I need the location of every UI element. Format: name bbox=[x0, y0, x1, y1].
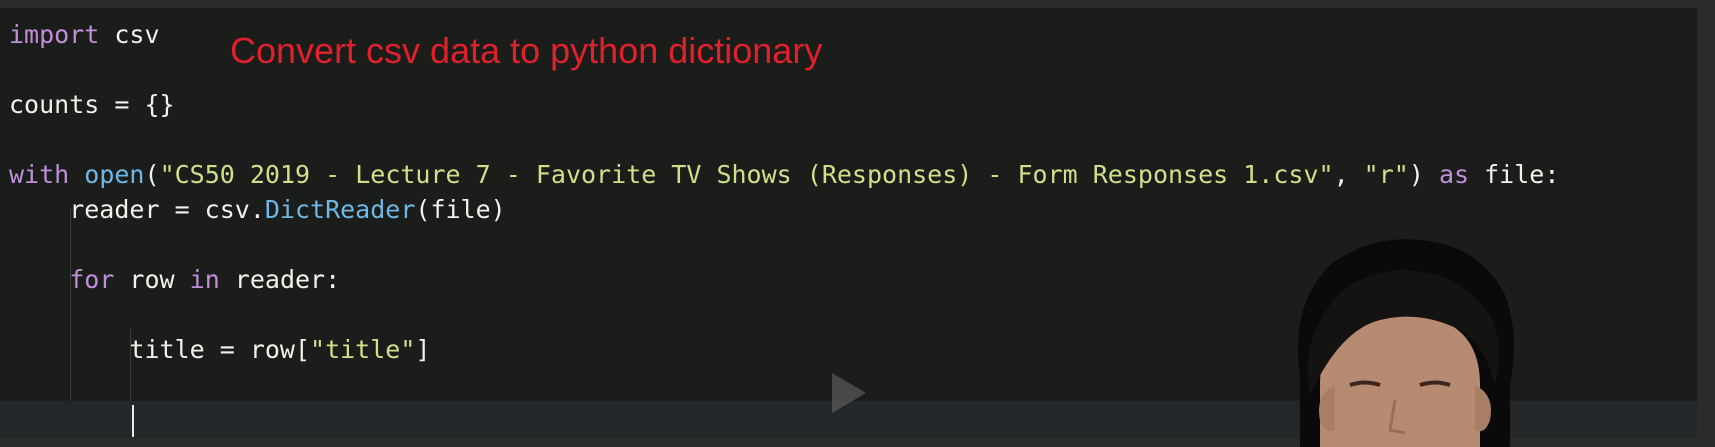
code-text: ) bbox=[1408, 160, 1424, 189]
keyword: with bbox=[9, 160, 70, 189]
string-literal: "CS50 2019 - Lecture 7 - Favorite TV Sho… bbox=[159, 160, 1334, 189]
scrollbar[interactable] bbox=[1697, 8, 1715, 438]
code-text: csv bbox=[99, 20, 160, 49]
string-literal: "title" bbox=[310, 335, 416, 364]
keyword: in bbox=[189, 265, 220, 294]
video-annotation: Convert csv data to python dictionary bbox=[230, 30, 823, 71]
play-icon[interactable] bbox=[832, 373, 866, 413]
presenter-video bbox=[1298, 239, 1514, 447]
video-frame: import csv counts = {} with open("CS50 2… bbox=[0, 0, 1715, 447]
code-text: ( bbox=[144, 160, 160, 189]
keyword: for bbox=[69, 265, 115, 294]
code-text: reader = csv. bbox=[9, 195, 265, 224]
code-text: row bbox=[114, 265, 190, 294]
code-text: title = row[ bbox=[9, 335, 311, 364]
code-text: ] bbox=[415, 335, 431, 364]
code-text: file: bbox=[1469, 160, 1560, 189]
keyword: as bbox=[1438, 160, 1470, 189]
code-text: counts = {} bbox=[9, 90, 175, 119]
string-literal: "r" bbox=[1363, 160, 1409, 189]
code-text: , bbox=[1333, 160, 1364, 189]
code-text: (file) bbox=[415, 195, 506, 224]
code-line-counts[interactable]: counts = {} bbox=[9, 87, 175, 123]
code-line-with-open[interactable]: with open("CS50 2019 - Lecture 7 - Favor… bbox=[9, 157, 1559, 193]
code-line-reader[interactable]: reader = csv.DictReader(file) bbox=[9, 192, 506, 228]
code-line-title[interactable]: title = row["title"] bbox=[9, 332, 430, 368]
code-line-for-loop[interactable]: for row in reader: bbox=[9, 262, 340, 298]
function-name: DictReader bbox=[264, 195, 416, 224]
code-line-import[interactable]: import csv bbox=[9, 17, 160, 53]
text-cursor bbox=[132, 405, 134, 437]
function-name: open bbox=[84, 160, 145, 189]
code-text: reader: bbox=[219, 265, 341, 294]
keyword: import bbox=[9, 20, 100, 49]
